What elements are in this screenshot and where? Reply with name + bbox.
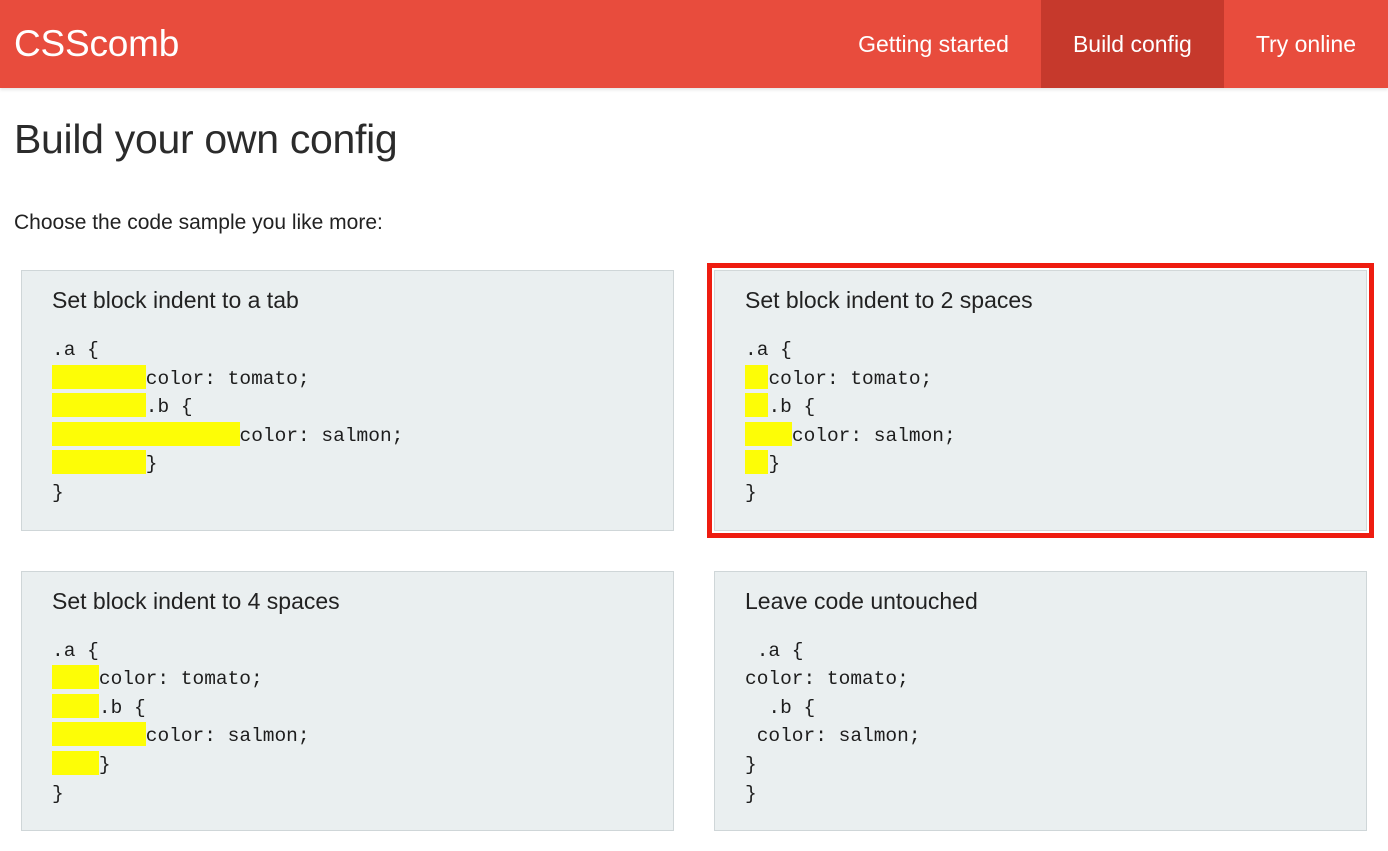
code-line: .a { (52, 637, 657, 666)
code-text: } (98, 753, 111, 776)
code-line: } (52, 780, 657, 809)
whitespace-highlight (52, 393, 146, 418)
code-text: } (768, 453, 781, 476)
page-content: Build your own config Choose the code sa… (0, 88, 1388, 838)
code-line: } (52, 450, 657, 479)
whitespace-highlight (745, 450, 769, 475)
code-text: } (745, 753, 757, 776)
code-line: color: salmon; (52, 722, 657, 751)
code-text: } (145, 453, 158, 476)
main-navigation: Getting started Build config Try online (826, 0, 1388, 88)
code-sample-option-block-indent-2-spaces[interactable]: Set block indent to 2 spaces .a { color: t… (707, 263, 1374, 538)
code-sample-snippet: .a { color: tomato; .b { color: salmon;}} (38, 619, 657, 809)
code-line: } (745, 751, 1350, 780)
code-text: .a { (52, 639, 99, 662)
site-header: CSScomb Getting started Build config Try… (0, 0, 1388, 88)
code-line: .a { (745, 637, 1350, 666)
code-sample-card[interactable]: Set block indent to a tab .a { color: toma… (21, 270, 674, 531)
code-line: color: salmon; (745, 421, 1350, 451)
code-sample-heading: Leave code untouched (745, 587, 978, 614)
code-sample-option-leave-code-untouched[interactable]: Leave code untouched .a { color: tomato; … (707, 564, 1374, 839)
code-sample-option-block-indent-4-spaces[interactable]: Set block indent to 4 spaces .a { color: t… (14, 564, 681, 839)
code-text: color: salmon; (145, 725, 310, 748)
whitespace-highlight (745, 421, 792, 446)
code-line: color: tomato; (745, 364, 1350, 394)
code-line: .b { (745, 393, 1350, 422)
whitespace-highlight (52, 750, 99, 775)
code-indent-spacer (745, 697, 768, 719)
code-text: color: tomato; (745, 668, 909, 691)
code-text: .b { (768, 396, 816, 419)
code-text: .a { (52, 339, 99, 361)
whitespace-highlight (52, 665, 99, 690)
code-text: color: tomato; (145, 367, 310, 390)
code-sample-snippet: .a { color: tomato; .b { color: salmon;}} (731, 318, 1350, 508)
whitespace-highlight (745, 393, 769, 418)
code-line: color: tomato; (745, 665, 1350, 694)
code-indent-spacer (745, 725, 757, 747)
code-indent-spacer (745, 640, 757, 662)
code-line: .a { (52, 336, 657, 365)
code-sample-snippet: .a { color: tomato; .b { color: salmon;}} (38, 318, 657, 508)
whitespace-highlight (52, 364, 146, 389)
brand-logo[interactable]: CSScomb (0, 0, 179, 88)
code-text: .a { (745, 339, 792, 361)
code-line: .b { (52, 393, 657, 422)
code-line: } (745, 780, 1350, 809)
code-sample-heading: Set block indent to 4 spaces (52, 587, 340, 614)
code-text: .b { (768, 696, 816, 719)
code-line: } (745, 450, 1350, 479)
whitespace-highlight (52, 450, 146, 475)
code-text: } (745, 481, 757, 504)
code-line: } (52, 479, 657, 508)
whitespace-highlight (52, 693, 99, 718)
code-text: .b { (98, 696, 146, 719)
whitespace-highlight (52, 722, 146, 747)
code-sample-snippet: .a { color: tomato; .b { color: salmon;}} (731, 619, 1350, 809)
code-text: .b { (145, 396, 193, 419)
code-text: color: salmon; (791, 424, 956, 447)
nav-link-getting-started[interactable]: Getting started (826, 0, 1041, 88)
code-text: color: tomato; (768, 367, 933, 390)
code-sample-heading: Set block indent to 2 spaces (745, 287, 1033, 313)
page-title: Build your own config (14, 116, 398, 162)
whitespace-highlight (745, 364, 769, 389)
whitespace-highlight (52, 421, 240, 446)
code-text: color: salmon; (239, 424, 404, 447)
code-sample-heading: Set block indent to a tab (52, 287, 299, 313)
code-line: .b { (745, 694, 1350, 723)
code-sample-card[interactable]: Set block indent to 2 spaces .a { color: t… (712, 268, 1369, 533)
code-text: } (52, 782, 64, 805)
page-intro-text: Choose the code sample you like more: (14, 211, 383, 234)
code-text: .a { (756, 639, 804, 662)
code-sample-card[interactable]: Set block indent to 4 spaces .a { color: t… (21, 570, 674, 832)
code-line: color: tomato; (52, 364, 657, 394)
code-sample-card[interactable]: Leave code untouched .a { color: tomato; … (714, 570, 1367, 832)
code-sample-grid: Set block indent to a tab .a { color: toma… (14, 235, 1374, 838)
code-sample-option-block-indent-tab[interactable]: Set block indent to a tab .a { color: toma… (14, 263, 681, 538)
code-line: } (52, 750, 657, 780)
code-line: .a { (745, 336, 1350, 365)
code-line: color: tomato; (52, 665, 657, 694)
code-text: } (745, 782, 757, 805)
code-line: .b { (52, 693, 657, 723)
code-text: } (52, 481, 64, 504)
code-line: } (745, 479, 1350, 508)
nav-link-try-online[interactable]: Try online (1224, 0, 1388, 88)
nav-link-build-config[interactable]: Build config (1040, 0, 1224, 88)
code-text: color: tomato; (98, 668, 263, 691)
code-text: color: salmon; (756, 725, 921, 748)
code-line: color: salmon; (52, 421, 657, 451)
code-line: color: salmon; (745, 722, 1350, 751)
